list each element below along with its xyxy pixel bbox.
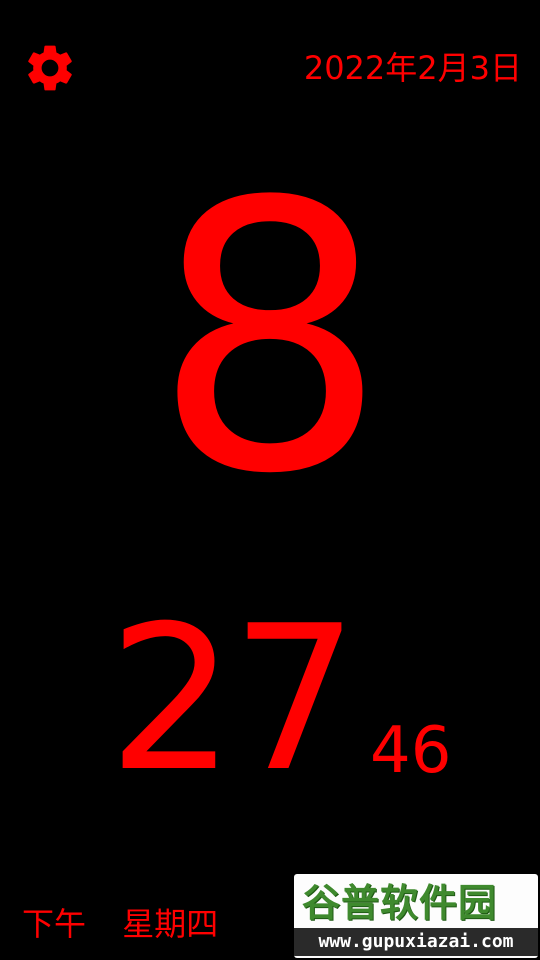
date-display: 2022年2月3日 — [303, 49, 522, 87]
am-pm-label: 下午 — [22, 905, 87, 943]
settings-button[interactable] — [22, 40, 78, 96]
second-display: 46 — [370, 714, 452, 788]
gear-icon — [28, 45, 72, 91]
minute-display: 27 — [108, 583, 358, 816]
footer-info: 下午 星期四 — [22, 900, 218, 948]
watermark-brand: 谷普软件园 — [302, 881, 498, 925]
watermark-url: www.gupuxiazai.com — [294, 928, 538, 956]
weekday-label: 星期四 — [122, 905, 219, 943]
hour-display: 8 — [152, 125, 388, 555]
watermark-logo: 谷普软件园 www.gupuxiazai.com — [294, 874, 538, 958]
